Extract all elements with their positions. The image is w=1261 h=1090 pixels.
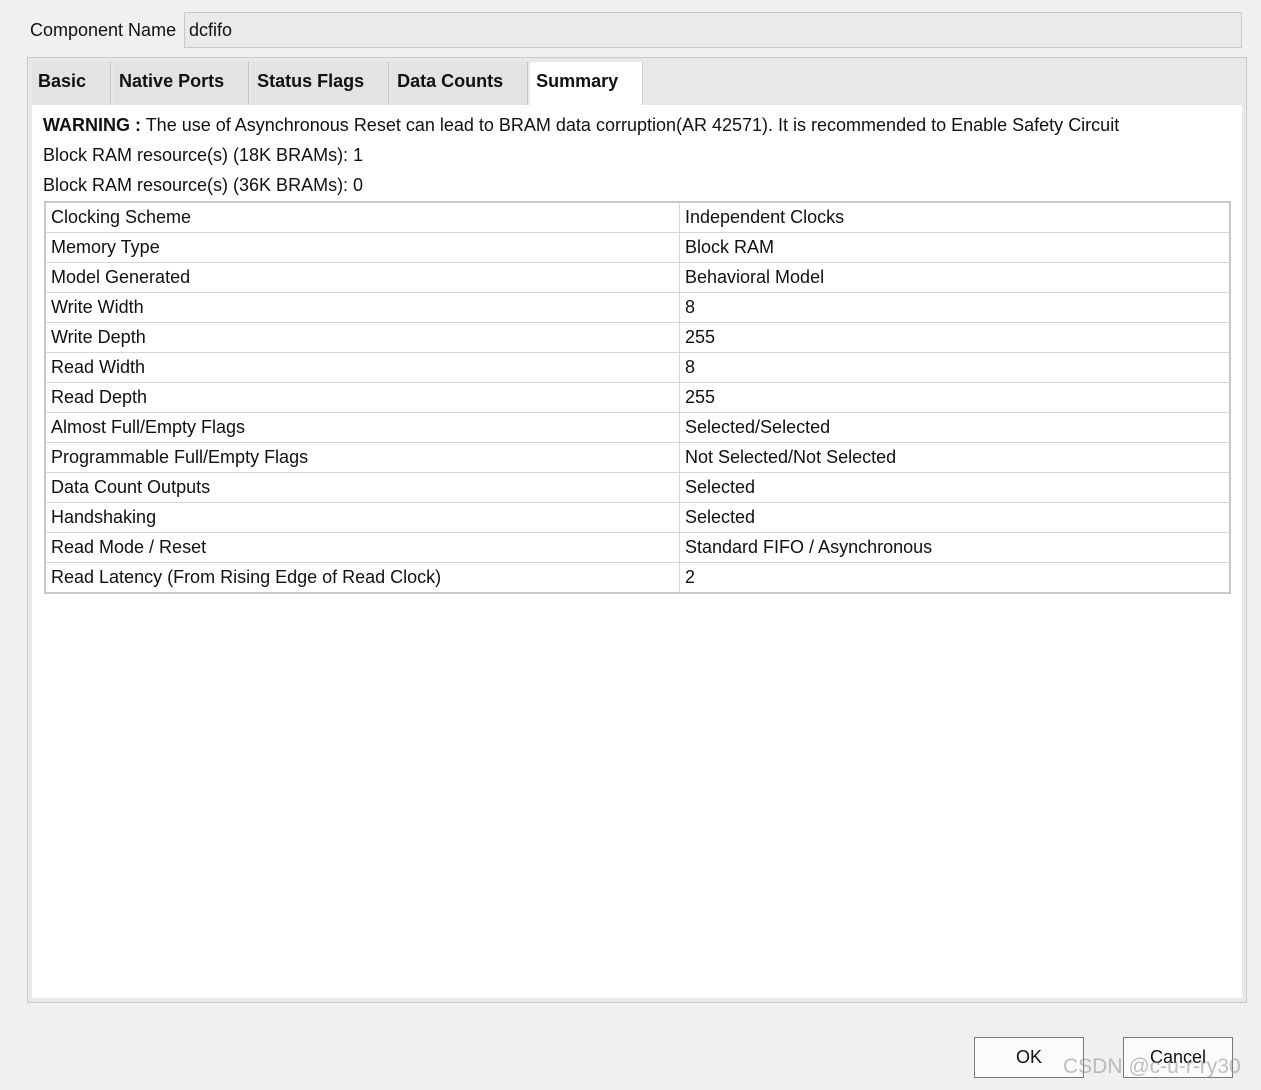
tab-data-counts[interactable]: Data Counts: [391, 62, 529, 105]
tab-native-ports[interactable]: Native Ports: [113, 62, 250, 105]
table-row: Almost Full/Empty Flags Selected/Selected: [44, 412, 1231, 443]
summary-value: 8: [679, 352, 1231, 383]
summary-content: WARNING : The use of Asynchronous Reset …: [32, 105, 1242, 998]
table-row: Handshaking Selected: [44, 502, 1231, 533]
component-name-input[interactable]: [184, 12, 1242, 48]
summary-value: Block RAM: [679, 232, 1231, 263]
summary-table: Clocking Scheme Independent Clocks Memory …: [44, 201, 1231, 594]
table-row: Data Count Outputs Selected: [44, 472, 1231, 503]
summary-key: Read Latency (From Rising Edge of Read C…: [44, 562, 680, 594]
summary-key: Read Mode / Reset: [44, 532, 680, 563]
summary-value: 255: [679, 382, 1231, 413]
summary-key: Read Depth: [44, 382, 680, 413]
summary-key: Handshaking: [44, 502, 680, 533]
table-row: Read Width 8: [44, 352, 1231, 383]
tab-status-flags[interactable]: Status Flags: [251, 62, 390, 105]
summary-value: Selected: [679, 472, 1231, 503]
bram18-count: Block RAM resource(s) (18K BRAMs): 1: [43, 145, 364, 165]
summary-key: Read Width: [44, 352, 680, 383]
component-name-label: Component Name: [30, 20, 177, 40]
table-row: Model Generated Behavioral Model: [44, 262, 1231, 293]
summary-value: Standard FIFO / Asynchronous: [679, 532, 1231, 563]
tab-basic[interactable]: Basic: [32, 62, 112, 105]
warning-message: WARNING : The use of Asynchronous Reset …: [43, 115, 1119, 136]
table-row: Memory Type Block RAM: [44, 232, 1231, 263]
summary-key: Data Count Outputs: [44, 472, 680, 503]
table-row: Read Latency (From Rising Edge of Read C…: [44, 562, 1231, 594]
table-row: Programmable Full/Empty Flags Not Selecte…: [44, 442, 1231, 473]
summary-value: Selected: [679, 502, 1231, 533]
summary-value: 255: [679, 322, 1231, 353]
summary-key: Write Depth: [44, 322, 680, 353]
warning-label: WARNING :: [43, 115, 141, 135]
summary-value: Behavioral Model: [679, 262, 1231, 293]
summary-value: Selected/Selected: [679, 412, 1231, 443]
summary-key: Programmable Full/Empty Flags: [44, 442, 680, 473]
ok-button[interactable]: OK: [974, 1037, 1084, 1078]
settings-panel: Basic Native Ports Status Flags Data Cou…: [27, 57, 1247, 1003]
summary-key: Memory Type: [44, 232, 680, 263]
summary-value: Independent Clocks: [679, 201, 1231, 233]
tab-bar: Basic Native Ports Status Flags Data Cou…: [32, 62, 645, 105]
table-row: Clocking Scheme Independent Clocks: [44, 201, 1231, 233]
table-row: Write Width 8: [44, 292, 1231, 323]
summary-key: Almost Full/Empty Flags: [44, 412, 680, 443]
table-row: Read Mode / Reset Standard FIFO / Asynchr…: [44, 532, 1231, 563]
summary-value: Not Selected/Not Selected: [679, 442, 1231, 473]
summary-value: 8: [679, 292, 1231, 323]
bram36-count: Block RAM resource(s) (36K BRAMs): 0: [43, 175, 364, 195]
cancel-button[interactable]: Cancel: [1123, 1037, 1233, 1078]
component-name-row: Component Name: [30, 12, 1244, 50]
tab-summary[interactable]: Summary: [530, 62, 644, 105]
summary-key: Clocking Scheme: [44, 201, 680, 233]
table-row: Write Depth 255: [44, 322, 1231, 353]
summary-key: Write Width: [44, 292, 680, 323]
summary-value: 2: [679, 562, 1231, 594]
summary-key: Model Generated: [44, 262, 680, 293]
warning-text: The use of Asynchronous Reset can lead t…: [145, 115, 1120, 135]
table-row: Read Depth 255: [44, 382, 1231, 413]
